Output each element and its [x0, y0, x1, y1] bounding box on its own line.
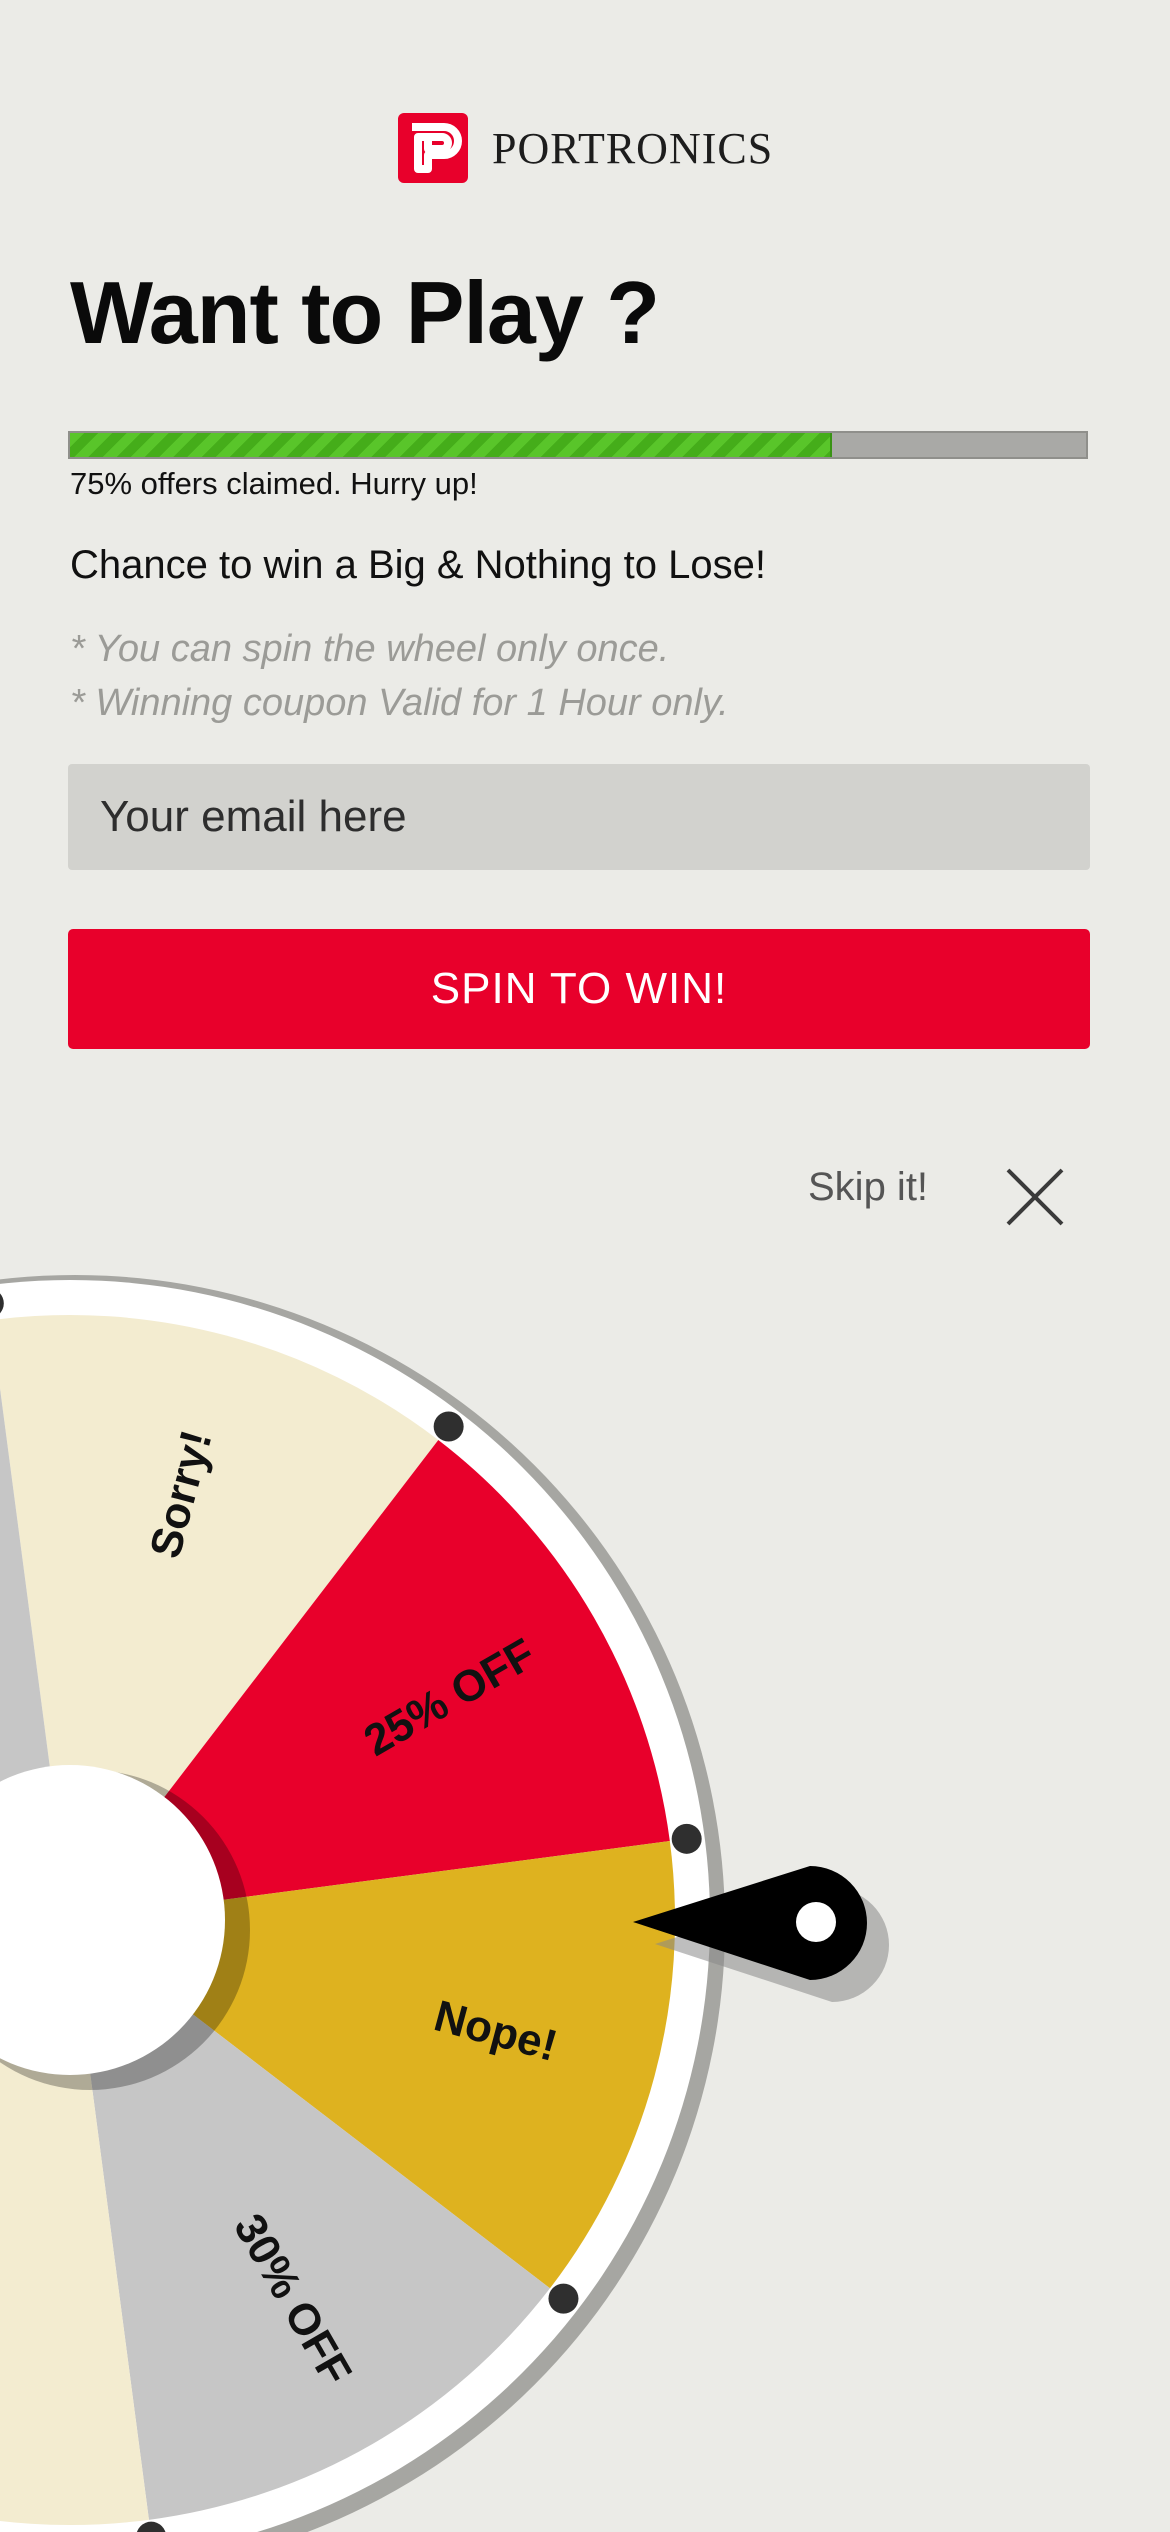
prize-wheel[interactable]: Sorry!25% OFFNope!30% OFFNext time5% OFF…: [0, 1230, 1170, 2532]
portronics-logo-icon: [398, 113, 468, 183]
offers-progress-bar: [68, 431, 1088, 459]
offers-progress-fill: [70, 433, 832, 457]
brand-logo: PORTRONICS: [398, 112, 773, 184]
brand-name: PORTRONICS: [492, 123, 774, 173]
skip-link[interactable]: Skip it!: [808, 1165, 928, 1210]
page-title: Want to Play ?: [70, 263, 660, 362]
email-input[interactable]: [68, 764, 1090, 870]
wheel-peg: [548, 2283, 579, 2314]
note-coupon-validity: * Winning coupon Valid for 1 Hour only.: [70, 682, 729, 724]
note-spin-once: * You can spin the wheel only once.: [70, 628, 670, 670]
progress-text: 75% offers claimed. Hurry up!: [70, 466, 478, 501]
spin-to-win-button[interactable]: SPIN TO WIN!: [68, 929, 1090, 1049]
subtitle: Chance to win a Big & Nothing to Lose!: [70, 543, 766, 587]
wheel-peg: [433, 1411, 464, 1442]
wheel-peg: [671, 1823, 702, 1854]
close-icon[interactable]: [1000, 1162, 1070, 1232]
